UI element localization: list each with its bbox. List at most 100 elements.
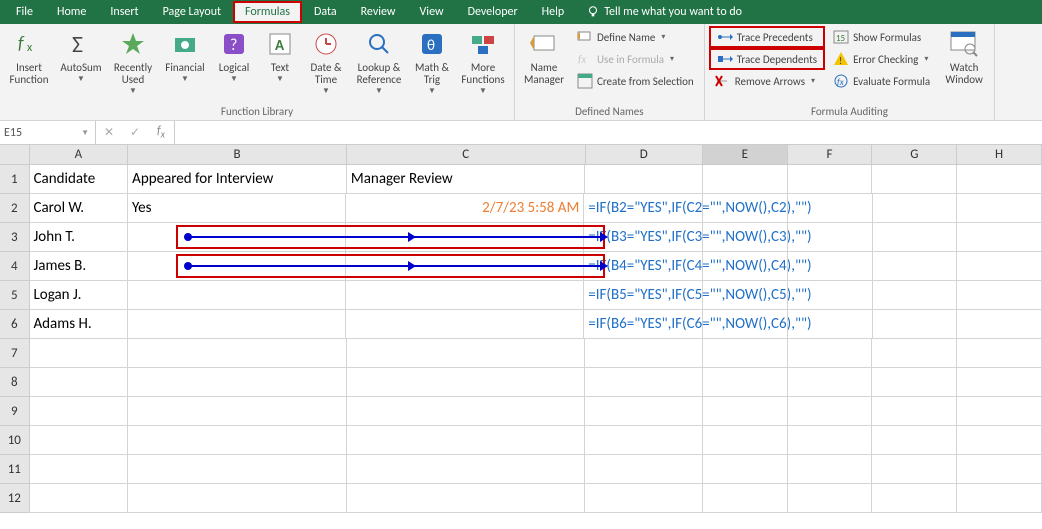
cell-F7[interactable] [788,339,873,368]
cell-D11[interactable] [585,455,702,484]
evaluate-formula-button[interactable]: fx Evaluate Formula [827,70,936,92]
cell-F12[interactable] [788,484,873,513]
enter-formula-button[interactable]: ✓ [122,121,148,144]
cell-G9[interactable] [872,397,957,426]
cell-B9[interactable] [128,397,347,426]
more-functions-button[interactable]: More Functions ▼ [456,26,510,98]
col-header-D[interactable]: D [586,145,703,165]
cell-F9[interactable] [788,397,873,426]
row-header-4[interactable]: 4 [0,252,30,281]
cell-E5[interactable] [703,281,788,310]
row-header-5[interactable]: 5 [0,281,30,310]
financial-button[interactable]: Financial ▼ [160,26,210,86]
row-header-3[interactable]: 3 [0,223,30,252]
row-header-12[interactable]: 12 [0,484,30,513]
cell-D2[interactable]: =IF(B2="YES",IF(C2="",NOW(),C2),"") [584,194,703,223]
cell-D3[interactable]: =IF(B3="YES",IF(C3="",NOW(),C3),"") [584,223,703,252]
cell-A10[interactable] [30,426,129,455]
cell-F8[interactable] [788,368,873,397]
remove-arrows-button[interactable]: Remove Arrows ▾ [709,70,825,92]
cell-E4[interactable] [703,252,788,281]
cell-F4[interactable] [788,252,873,281]
cell-A5[interactable]: Logan J. [30,281,128,310]
insert-function-button[interactable]: fx Insert Function [4,26,54,88]
cell-B4[interactable] [128,252,346,281]
cell-B8[interactable] [128,368,347,397]
name-manager-button[interactable]: Name Manager [519,26,569,88]
cell-D4[interactable]: =IF(B4="YES",IF(C4="",NOW(),C4),"") [584,252,703,281]
col-header-B[interactable]: B [128,145,347,165]
cell-H9[interactable] [957,397,1042,426]
cell-C5[interactable] [346,281,584,310]
cell-B12[interactable] [128,484,347,513]
cell-G6[interactable] [873,310,958,339]
cell-G12[interactable] [872,484,957,513]
menu-view[interactable]: View [408,1,456,23]
cell-D9[interactable] [585,397,702,426]
cell-H5[interactable] [957,281,1042,310]
formula-input[interactable] [175,121,1042,144]
cell-E8[interactable] [703,368,788,397]
cell-E11[interactable] [703,455,788,484]
menu-page-layout[interactable]: Page Layout [151,1,233,23]
menu-developer[interactable]: Developer [456,1,530,23]
menu-file[interactable]: File [4,1,45,23]
cell-C10[interactable] [347,426,585,455]
cell-G3[interactable] [873,223,958,252]
cell-H11[interactable] [957,455,1042,484]
error-checking-button[interactable]: ! Error Checking ▾ [827,48,936,70]
cell-H7[interactable] [957,339,1042,368]
cell-C12[interactable] [347,484,585,513]
cell-A9[interactable] [30,397,129,426]
tell-me-search[interactable]: Tell me what you want to do [576,1,752,23]
date-time-button[interactable]: Date & Time ▼ [304,26,348,98]
cell-C4[interactable] [346,252,584,281]
cell-E7[interactable] [703,339,788,368]
menu-data[interactable]: Data [302,1,349,23]
col-header-A[interactable]: A [30,145,129,165]
text-button[interactable]: A Text ▼ [258,26,302,86]
menu-review[interactable]: Review [349,1,408,23]
chevron-down-icon[interactable]: ▼ [79,128,91,138]
trace-dependents-button[interactable]: Trace Dependents [709,48,825,70]
cell-F6[interactable] [788,310,873,339]
col-header-F[interactable]: F [788,145,873,165]
cell-G10[interactable] [872,426,957,455]
cell-A12[interactable] [30,484,129,513]
name-box[interactable]: E15 ▼ [0,121,96,144]
cell-E1[interactable] [703,165,788,194]
cell-A7[interactable] [30,339,129,368]
cell-F5[interactable] [788,281,873,310]
cell-C8[interactable] [347,368,585,397]
cell-F3[interactable] [788,223,873,252]
cell-E2[interactable] [703,194,788,223]
cell-H3[interactable] [957,223,1042,252]
row-header-10[interactable]: 10 [0,426,30,455]
cell-B3[interactable] [128,223,346,252]
cell-B2[interactable]: Yes [128,194,346,223]
menu-home[interactable]: Home [45,1,98,23]
cell-A11[interactable] [30,455,129,484]
cell-H12[interactable] [957,484,1042,513]
col-header-H[interactable]: H [957,145,1042,165]
menu-help[interactable]: Help [530,1,577,23]
cell-D6[interactable]: =IF(B6="YES",IF(C6="",NOW(),C6),"") [584,310,703,339]
cell-B5[interactable] [128,281,346,310]
cell-A4[interactable]: James B. [30,252,128,281]
cell-H2[interactable] [957,194,1042,223]
cell-G11[interactable] [872,455,957,484]
cell-F11[interactable] [788,455,873,484]
row-header-1[interactable]: 1 [0,165,30,194]
cell-F2[interactable] [788,194,873,223]
col-header-G[interactable]: G [872,145,957,165]
cell-E3[interactable] [703,223,788,252]
col-header-E[interactable]: E [703,145,788,165]
cell-D10[interactable] [585,426,702,455]
cell-D12[interactable] [585,484,702,513]
cell-E10[interactable] [703,426,788,455]
menu-insert[interactable]: Insert [98,1,150,23]
cell-E9[interactable] [703,397,788,426]
define-name-button[interactable]: Define Name ▾ [571,26,700,48]
cell-C7[interactable] [347,339,585,368]
cell-B10[interactable] [128,426,347,455]
